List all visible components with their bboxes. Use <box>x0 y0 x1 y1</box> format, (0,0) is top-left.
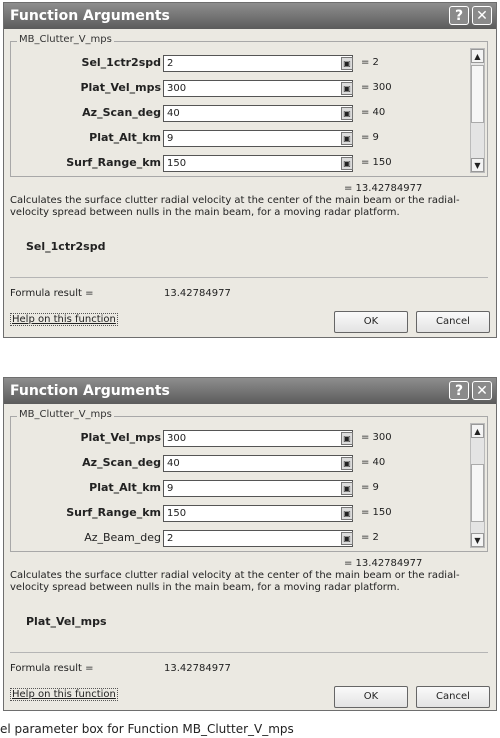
ok-button[interactable]: OK <box>334 686 408 708</box>
collapse-dialog-icon[interactable]: ▣ <box>341 132 353 145</box>
arg-result: = 9 <box>361 132 379 143</box>
arg-input[interactable]: 150 <box>163 505 353 522</box>
function-arguments-dialog-1: Function Arguments ? ✕ MB_Clutter_V_mps … <box>3 2 497 338</box>
collapse-dialog-icon[interactable]: ▣ <box>341 507 353 520</box>
close-icon[interactable]: ✕ <box>472 6 492 25</box>
arg-result: = 2 <box>361 57 379 68</box>
function-name-label: MB_Clutter_V_mps <box>17 409 114 420</box>
cancel-button[interactable]: Cancel <box>416 686 490 708</box>
arg-row: Plat_Alt_km 9 ▣ = 9 <box>11 130 481 148</box>
arg-row: Surf_Range_km 150 ▣ = 150 <box>11 155 481 173</box>
arg-row: Az_Scan_deg 40 ▣ = 40 <box>11 105 481 123</box>
scroll-down-arrow-icon[interactable]: ▼ <box>471 158 484 172</box>
arg-row: Plat_Alt_km 9 ▣ = 9 <box>11 480 481 498</box>
arg-row: Surf_Range_km 150 ▣ = 150 <box>11 505 481 523</box>
arg-label: Az_Beam_deg <box>84 531 161 544</box>
argument-group: MB_Clutter_V_mps Sel_1ctr2spd 2 ▣ = 2 Pl… <box>10 34 488 177</box>
selected-argument-name: Sel_1ctr2spd <box>26 240 106 253</box>
argument-group: MB_Clutter_V_mps Plat_Vel_mps 300 ▣ = 30… <box>10 409 488 552</box>
formula-result-label: Formula result = <box>10 663 94 674</box>
arg-input[interactable]: 40 <box>163 105 353 122</box>
formula-result-label: Formula result = <box>10 288 94 299</box>
arg-row: Az_Beam_deg 2 ▣ = 2 <box>11 530 481 548</box>
function-result: = 13.42784977 <box>344 558 423 569</box>
arg-row: Sel_1ctr2spd 2 ▣ = 2 <box>11 55 481 73</box>
collapse-dialog-icon[interactable]: ▣ <box>341 532 353 545</box>
arg-input[interactable]: 9 <box>163 130 353 147</box>
collapse-dialog-icon[interactable]: ▣ <box>341 432 353 445</box>
help-on-function-link[interactable]: Help on this function <box>10 313 118 326</box>
ok-button[interactable]: OK <box>334 311 408 333</box>
arg-label: Az_Scan_deg <box>82 456 161 469</box>
arg-input[interactable]: 150 <box>163 155 353 172</box>
help-on-function-link[interactable]: Help on this function <box>10 688 118 701</box>
arg-result: = 40 <box>361 107 386 118</box>
arg-label: Plat_Alt_km <box>89 481 161 494</box>
dialog-title: Function Arguments <box>10 8 170 24</box>
arg-row: Az_Scan_deg 40 ▣ = 40 <box>11 455 481 473</box>
figure-caption: el parameter box for Function MB_Clutter… <box>0 722 294 736</box>
divider <box>10 652 488 653</box>
close-icon[interactable]: ✕ <box>472 381 492 400</box>
arg-result: = 150 <box>361 507 392 518</box>
help-icon[interactable]: ? <box>449 6 469 25</box>
scroll-up-arrow-icon[interactable]: ▲ <box>471 49 484 63</box>
formula-result-value: 13.42784977 <box>164 288 231 299</box>
collapse-dialog-icon[interactable]: ▣ <box>341 57 353 70</box>
arg-result: = 300 <box>361 432 392 443</box>
arg-input[interactable]: 300 <box>163 80 353 97</box>
argument-scrollbar[interactable]: ▲ ▼ <box>470 423 485 548</box>
arg-input[interactable]: 300 <box>163 430 353 447</box>
arg-input[interactable]: 9 <box>163 480 353 497</box>
arg-label: Plat_Vel_mps <box>80 81 161 94</box>
arg-row: Plat_Vel_mps 300 ▣ = 300 <box>11 430 481 448</box>
scroll-down-arrow-icon[interactable]: ▼ <box>471 533 484 547</box>
dialog-title-bar: Function Arguments ? ✕ <box>4 378 496 404</box>
scroll-up-arrow-icon[interactable]: ▲ <box>471 424 484 438</box>
arg-input[interactable]: 40 <box>163 455 353 472</box>
arg-label: Plat_Alt_km <box>89 131 161 144</box>
function-result: = 13.42784977 <box>344 183 423 194</box>
help-icon[interactable]: ? <box>449 381 469 400</box>
arg-result: = 2 <box>361 532 379 543</box>
arg-row: Plat_Vel_mps 300 ▣ = 300 <box>11 80 481 98</box>
arg-label: Surf_Range_km <box>66 156 161 169</box>
arg-input[interactable]: 2 <box>163 530 353 547</box>
function-arguments-dialog-2: Function Arguments ? ✕ MB_Clutter_V_mps … <box>3 377 497 711</box>
arg-result: = 300 <box>361 82 392 93</box>
arg-label: Plat_Vel_mps <box>80 431 161 444</box>
selected-argument-name: Plat_Vel_mps <box>26 615 107 628</box>
arg-label: Sel_1ctr2spd <box>81 56 161 69</box>
collapse-dialog-icon[interactable]: ▣ <box>341 107 353 120</box>
divider <box>10 277 488 278</box>
function-name-label: MB_Clutter_V_mps <box>17 34 114 45</box>
scroll-thumb[interactable] <box>471 65 484 123</box>
dialog-title: Function Arguments <box>10 383 170 399</box>
argument-scrollbar[interactable]: ▲ ▼ <box>470 48 485 173</box>
arg-result: = 40 <box>361 457 386 468</box>
dialog-title-bar: Function Arguments ? ✕ <box>4 3 496 29</box>
function-description: Calculates the surface clutter radial ve… <box>10 570 460 593</box>
arg-input[interactable]: 2 <box>163 55 353 72</box>
function-description: Calculates the surface clutter radial ve… <box>10 195 460 218</box>
collapse-dialog-icon[interactable]: ▣ <box>341 482 353 495</box>
collapse-dialog-icon[interactable]: ▣ <box>341 457 353 470</box>
arg-label: Az_Scan_deg <box>82 106 161 119</box>
scroll-thumb[interactable] <box>471 464 484 522</box>
arg-result: = 9 <box>361 482 379 493</box>
formula-result-value: 13.42784977 <box>164 663 231 674</box>
arg-result: = 150 <box>361 157 392 168</box>
arg-label: Surf_Range_km <box>66 506 161 519</box>
collapse-dialog-icon[interactable]: ▣ <box>341 82 353 95</box>
cancel-button[interactable]: Cancel <box>416 311 490 333</box>
collapse-dialog-icon[interactable]: ▣ <box>341 157 353 170</box>
